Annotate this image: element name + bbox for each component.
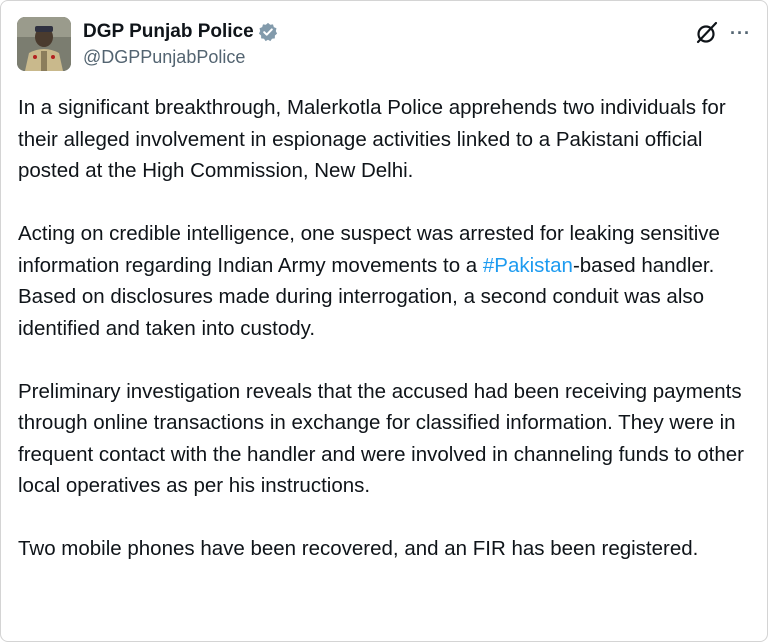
grok-icon[interactable] — [694, 20, 720, 46]
more-options-icon[interactable]: ··· — [730, 24, 751, 42]
display-name[interactable]: DGP Punjab Police — [83, 21, 254, 43]
verified-badge-icon — [258, 22, 278, 42]
hashtag-link-pakistan[interactable]: #Pakistan — [483, 254, 573, 277]
tweet-paragraph-2: Acting on credible intelligence, one sus… — [18, 218, 758, 344]
tweet-paragraph-3: Preliminary investigation reveals that t… — [18, 379, 744, 498]
account-handle[interactable]: @DGPPunjabPolice — [83, 47, 278, 68]
display-name-row: DGP Punjab Police — [83, 19, 278, 45]
tweet-paragraph-1: In a significant breakthrough, Malerkotl… — [18, 96, 726, 182]
tweet-text: In a significant breakthrough, Malerkotl… — [18, 92, 758, 596]
tweet-card: DGP Punjab Police @DGPPunjabPolice ··· I… — [0, 0, 768, 642]
tweet-actions: ··· — [694, 19, 751, 47]
avatar-photo — [17, 17, 71, 71]
tweet-paragraph-4: Two mobile phones have been recovered, a… — [18, 537, 699, 560]
avatar[interactable] — [17, 17, 71, 71]
tweet-header: DGP Punjab Police @DGPPunjabPolice ··· — [17, 15, 751, 75]
account-names: DGP Punjab Police @DGPPunjabPolice — [83, 19, 278, 68]
